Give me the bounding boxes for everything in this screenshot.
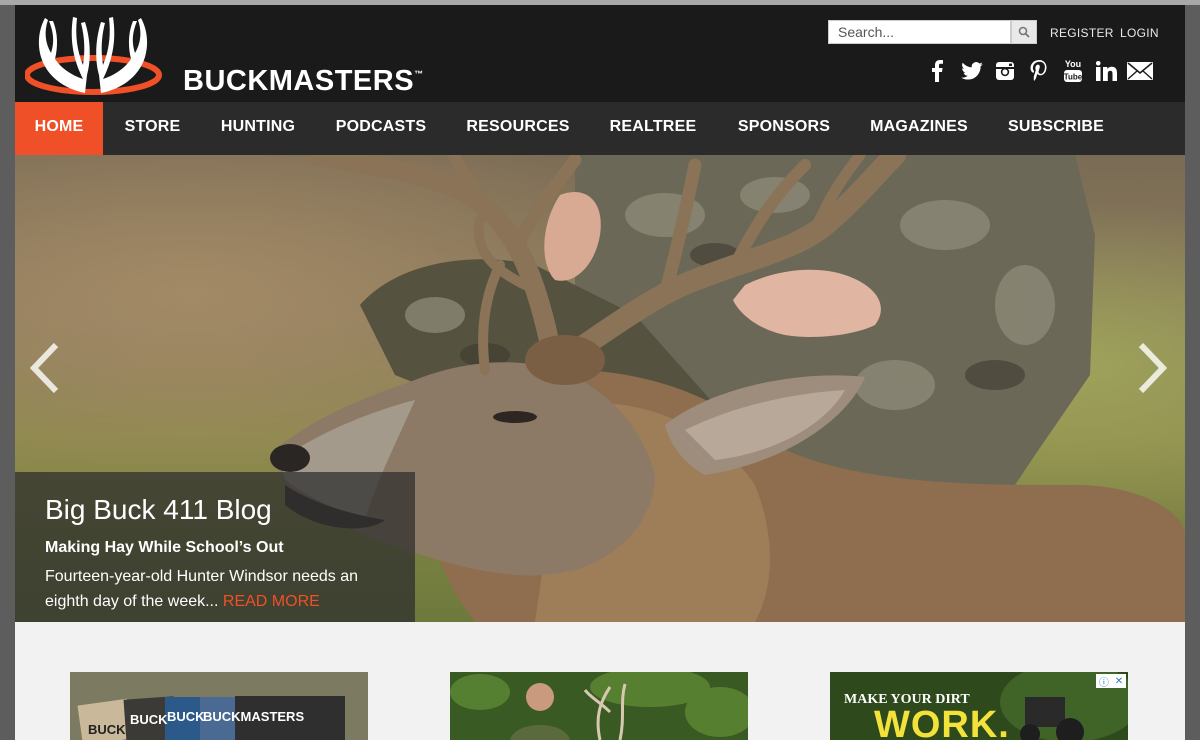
youtube-icon: You Tube [1064, 59, 1083, 82]
content-area: BUCK BUCK BUCK BUCKMASTERS MAKE YOUR DIR… [15, 622, 1185, 740]
facebook-link[interactable] [924, 57, 950, 85]
search-icon [1018, 26, 1030, 38]
nav-hunting[interactable]: HUNTING [208, 102, 308, 155]
info-icon: ⓘ [1098, 677, 1109, 689]
hero-description: Fourteen-year-old Hunter Windsor needs a… [45, 568, 359, 610]
ad-choices-badge[interactable]: ⓘ ✕ [1096, 674, 1126, 689]
nav-podcasts[interactable]: PODCASTS [322, 102, 440, 155]
hero-caption: Big Buck 411 Blog Making Hay While Schoo… [15, 472, 415, 622]
nav-magazines[interactable]: MAGAZINES [858, 102, 980, 155]
nav-resources[interactable]: RESOURCES [453, 102, 583, 155]
video-thumbnail-image [450, 672, 748, 740]
facebook-icon [932, 60, 943, 82]
twitter-icon [961, 62, 983, 80]
svg-text:You: You [1065, 59, 1081, 69]
youtube-link[interactable]: You Tube [1058, 57, 1088, 85]
magazine-cover-label: BUCK [167, 709, 205, 724]
twitter-link[interactable] [957, 57, 987, 85]
nav-subscribe[interactable]: SUBSCRIBE [995, 102, 1117, 155]
search-input[interactable] [828, 20, 1011, 44]
hero-subtitle[interactable]: Making Hay While School’s Out [45, 539, 284, 557]
instagram-icon [996, 62, 1014, 80]
ad-tagline: WORK. [874, 704, 1010, 740]
hero-title[interactable]: Big Buck 411 Blog [45, 494, 272, 526]
chevron-right-icon [1138, 342, 1168, 393]
magazine-cover-label: BUCK [88, 722, 126, 737]
read-more-link[interactable]: READ MORE [223, 593, 320, 610]
antler-logo-icon [25, 17, 162, 95]
magazine-cover-label: BUCKMASTERS [203, 709, 305, 724]
buckmasters-logo[interactable]: BUCKMASTERS™ [25, 13, 495, 98]
video-card[interactable] [450, 672, 748, 740]
nav-sponsors[interactable]: SPONSORS [724, 102, 844, 155]
register-link[interactable]: REGISTER [1050, 26, 1114, 40]
svg-text:Tube: Tube [1064, 73, 1083, 82]
magazine-cover-label: BUCK [130, 712, 168, 727]
pinterest-icon [1030, 60, 1047, 81]
linkedin-icon [1096, 61, 1117, 81]
slider-next-button[interactable] [1132, 340, 1172, 395]
nav-store[interactable]: STORE [110, 102, 195, 155]
linkedin-link[interactable] [1092, 57, 1122, 85]
nav-home[interactable]: HOME [15, 102, 103, 155]
login-link[interactable]: LOGIN [1120, 26, 1159, 40]
hero-slider[interactable]: Big Buck 411 Blog Making Hay While Schoo… [15, 155, 1185, 622]
chevron-left-icon [29, 342, 59, 393]
slider-prev-button[interactable] [25, 340, 65, 395]
email-icon [1127, 62, 1153, 80]
instagram-link[interactable] [990, 57, 1020, 85]
email-link[interactable] [1125, 57, 1155, 85]
pinterest-link[interactable] [1024, 57, 1054, 85]
nav-realtree[interactable]: REALTREE [598, 102, 708, 155]
search-button[interactable] [1011, 20, 1037, 44]
advertisement-card[interactable]: MAKE YOUR DIRT WORK. ⓘ ✕ [830, 672, 1128, 740]
brand-name: BUCKMASTERS™ [183, 65, 424, 97]
close-icon: ✕ [1114, 675, 1124, 687]
main-nav: HOME STORE HUNTING PODCASTS RESOURCES RE… [15, 102, 1185, 155]
magazines-card[interactable]: BUCK BUCK BUCK BUCKMASTERS [70, 672, 368, 740]
search-box [828, 20, 1037, 44]
site-header: BUCKMASTERS™ REGISTER LOGIN [15, 5, 1185, 102]
